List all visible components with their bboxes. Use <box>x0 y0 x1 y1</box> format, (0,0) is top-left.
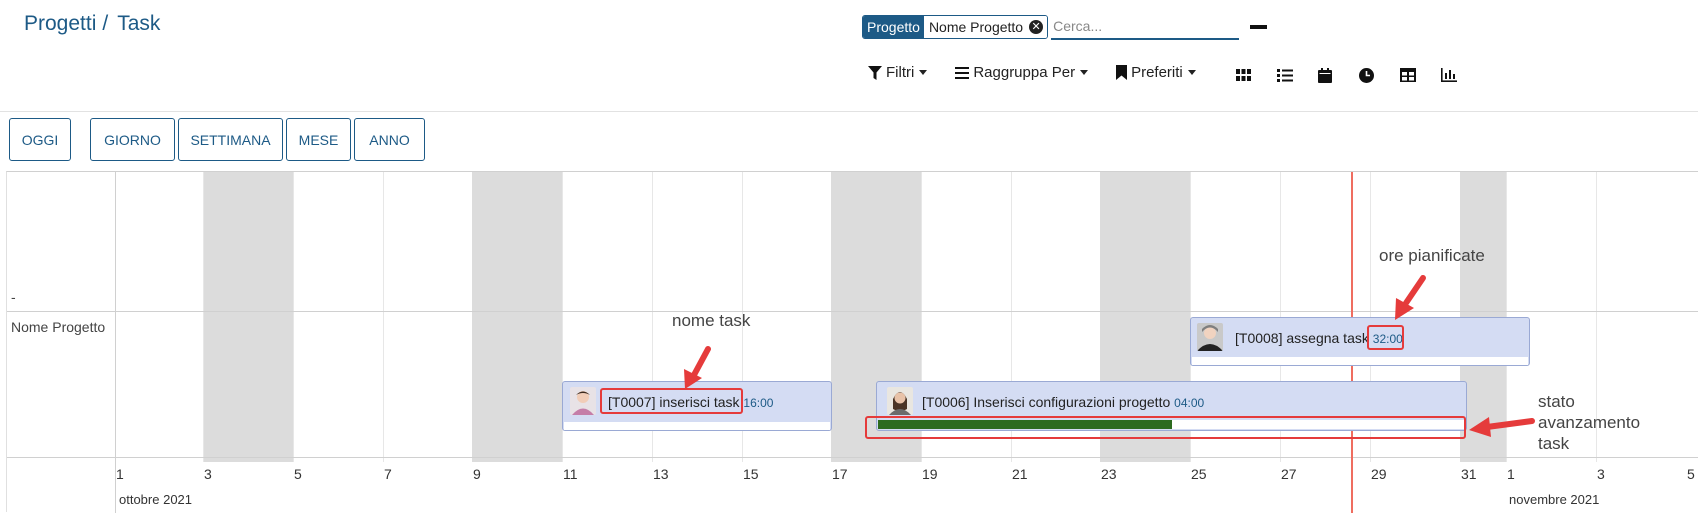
arrow-icon <box>1395 275 1426 320</box>
arrow-icon <box>684 346 711 389</box>
arrow-icon <box>1469 417 1535 437</box>
annotation-arrows <box>684 275 1535 437</box>
